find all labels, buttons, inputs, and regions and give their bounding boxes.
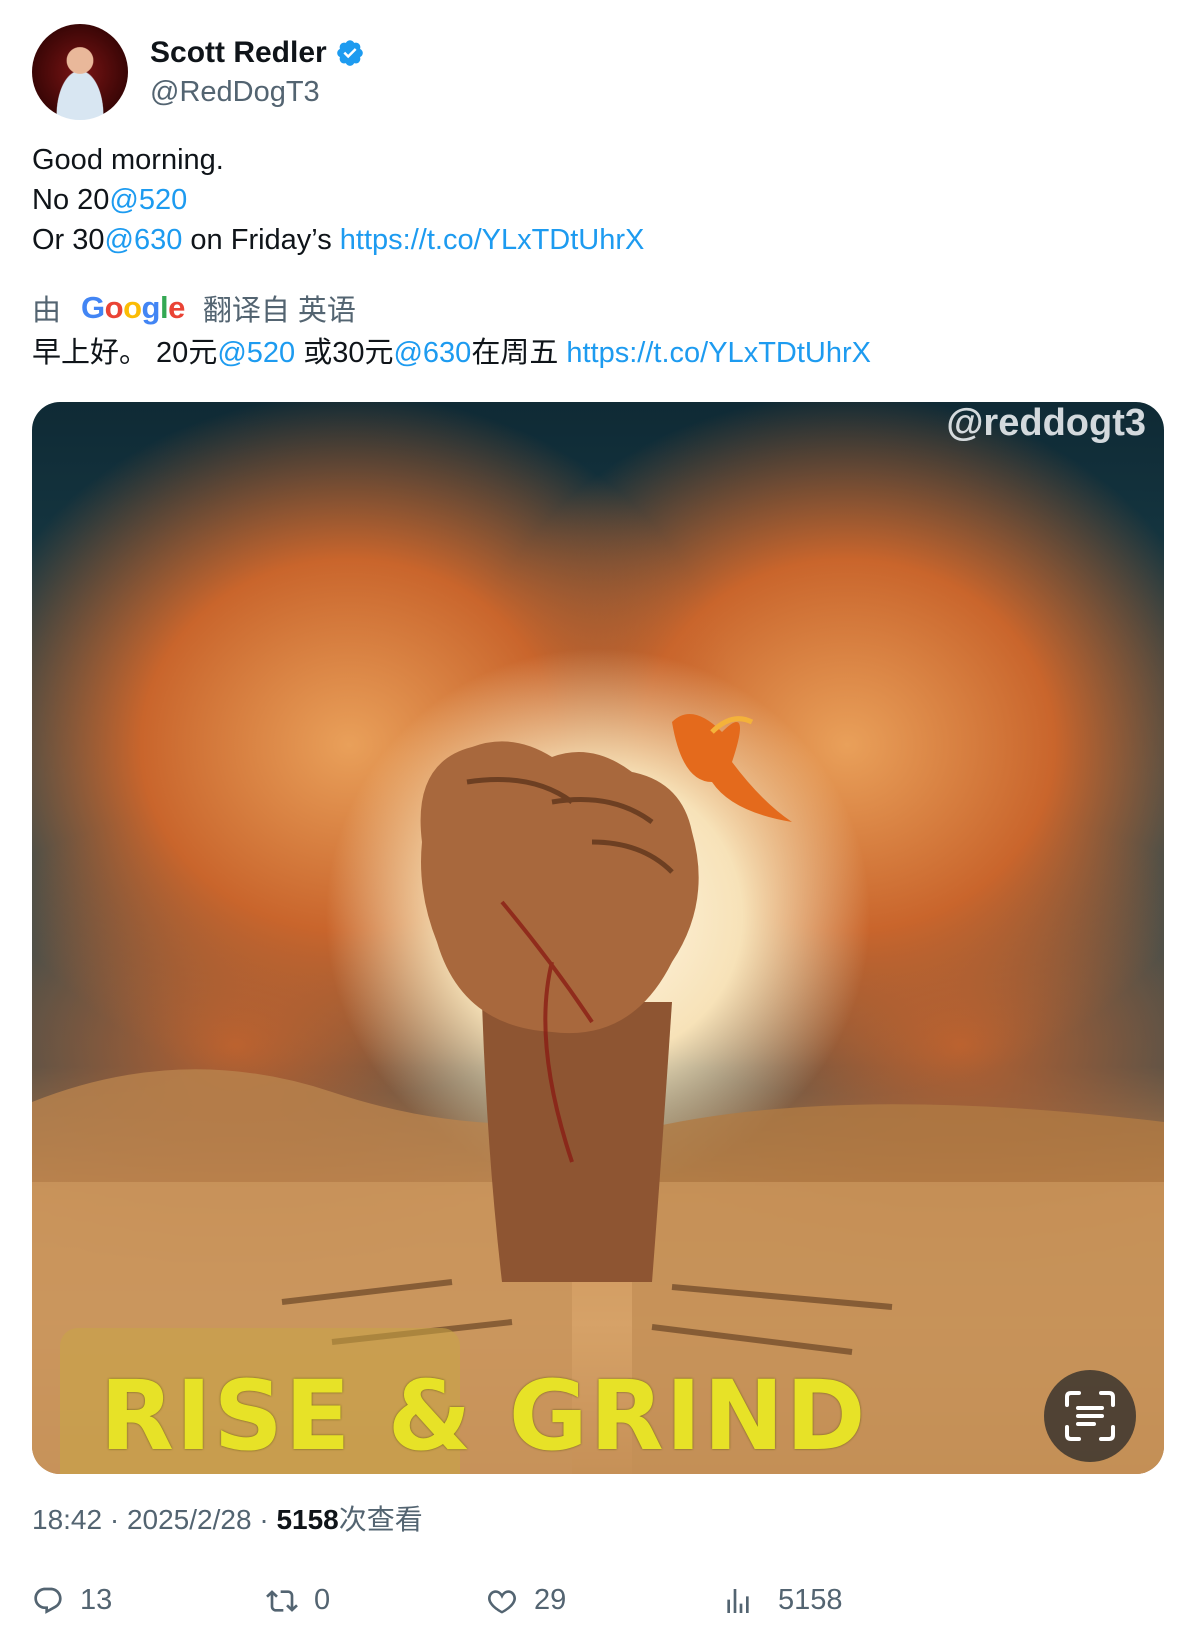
image-banner: RISE & GRIND bbox=[60, 1326, 1140, 1474]
mention-link[interactable]: @630 bbox=[105, 224, 183, 256]
tweet-text-segment: Good morning. bbox=[32, 144, 224, 176]
meta-separator: · bbox=[251, 1504, 277, 1535]
tweet-actions: 13 0 29 5158 bbox=[32, 1584, 1164, 1628]
tweet-text-segment: No 20 bbox=[32, 184, 110, 216]
view-count-label: 次查看 bbox=[338, 1504, 423, 1535]
verified-badge-icon bbox=[336, 39, 363, 66]
banner-text: RISE & GRIND bbox=[100, 1360, 868, 1472]
translation-attribution[interactable]: 由 Google 翻译自 英语 bbox=[32, 287, 356, 329]
views-count: 5158 bbox=[778, 1584, 843, 1616]
translated-segment: 在周五 bbox=[471, 337, 567, 369]
tweet-image[interactable]: @reddogt3 RISE & GRIND bbox=[32, 402, 1164, 1474]
translation-prefix: 由 bbox=[32, 295, 62, 327]
translation-source-language: 翻译自 英语 bbox=[202, 295, 356, 327]
reply-count: 13 bbox=[80, 1584, 113, 1616]
translated-segment: 或30元 bbox=[295, 337, 394, 369]
scan-text-icon bbox=[1065, 1391, 1115, 1441]
tweet-line: Or 30@630 on Friday’s https://t.co/YLxTD… bbox=[32, 220, 644, 260]
mention-link[interactable]: @520 bbox=[217, 337, 295, 369]
mention-link[interactable]: @630 bbox=[393, 337, 471, 369]
user-names: Scott Redler @RedDogT3 bbox=[150, 36, 365, 109]
display-name-row: Scott Redler bbox=[150, 36, 365, 70]
view-count: 5158 bbox=[276, 1504, 339, 1535]
tweet-text: Good morning. No 20@520 Or 30@630 on Fri… bbox=[32, 140, 644, 260]
mention-link[interactable]: @520 bbox=[109, 184, 187, 216]
user-handle[interactable]: @RedDogT3 bbox=[150, 76, 365, 109]
repost-icon bbox=[266, 1589, 298, 1612]
meta-separator: · bbox=[102, 1504, 127, 1535]
url-link[interactable]: https://t.co/YLxTDtUhrX bbox=[340, 224, 645, 256]
image-watermark: @reddogt3 bbox=[946, 402, 1146, 444]
tweet-date[interactable]: 2025/2/28 bbox=[127, 1504, 252, 1535]
reply-icon bbox=[34, 1587, 62, 1614]
like-count: 29 bbox=[534, 1584, 567, 1616]
tweet-time[interactable]: 18:42 bbox=[32, 1504, 102, 1535]
avatar[interactable] bbox=[32, 24, 128, 120]
display-name[interactable]: Scott Redler bbox=[150, 36, 327, 70]
tweet-line: Good morning. bbox=[32, 140, 644, 180]
reply-button[interactable]: 13 bbox=[32, 1584, 112, 1617]
tweet-text-segment: Or 30 bbox=[32, 224, 105, 256]
tweet-metadata: 18:42 · 2025/2/28 · 5158次查看 bbox=[32, 1498, 423, 1538]
views-button[interactable]: 5158 bbox=[722, 1584, 843, 1617]
repost-count: 0 bbox=[314, 1584, 331, 1616]
tweet-header: Scott Redler @RedDogT3 bbox=[32, 24, 365, 120]
analytics-icon bbox=[727, 1588, 749, 1613]
heart-icon bbox=[488, 1589, 516, 1614]
tweet-line: No 20@520 bbox=[32, 180, 644, 220]
google-logo-icon: Google bbox=[81, 290, 185, 325]
like-button[interactable]: 29 bbox=[486, 1584, 566, 1617]
url-link[interactable]: https://t.co/YLxTDtUhrX bbox=[566, 337, 871, 369]
repost-button[interactable]: 0 bbox=[266, 1584, 330, 1617]
tweet-text-segment: on Friday’s bbox=[182, 224, 340, 256]
translated-segment: 早上好。 20元 bbox=[32, 337, 218, 369]
fist-illustration bbox=[32, 714, 1164, 1474]
translated-text: 早上好。 20元@520 或30元@630在周五 https://t.co/YL… bbox=[32, 333, 871, 373]
scan-text-button[interactable] bbox=[1044, 1370, 1136, 1462]
